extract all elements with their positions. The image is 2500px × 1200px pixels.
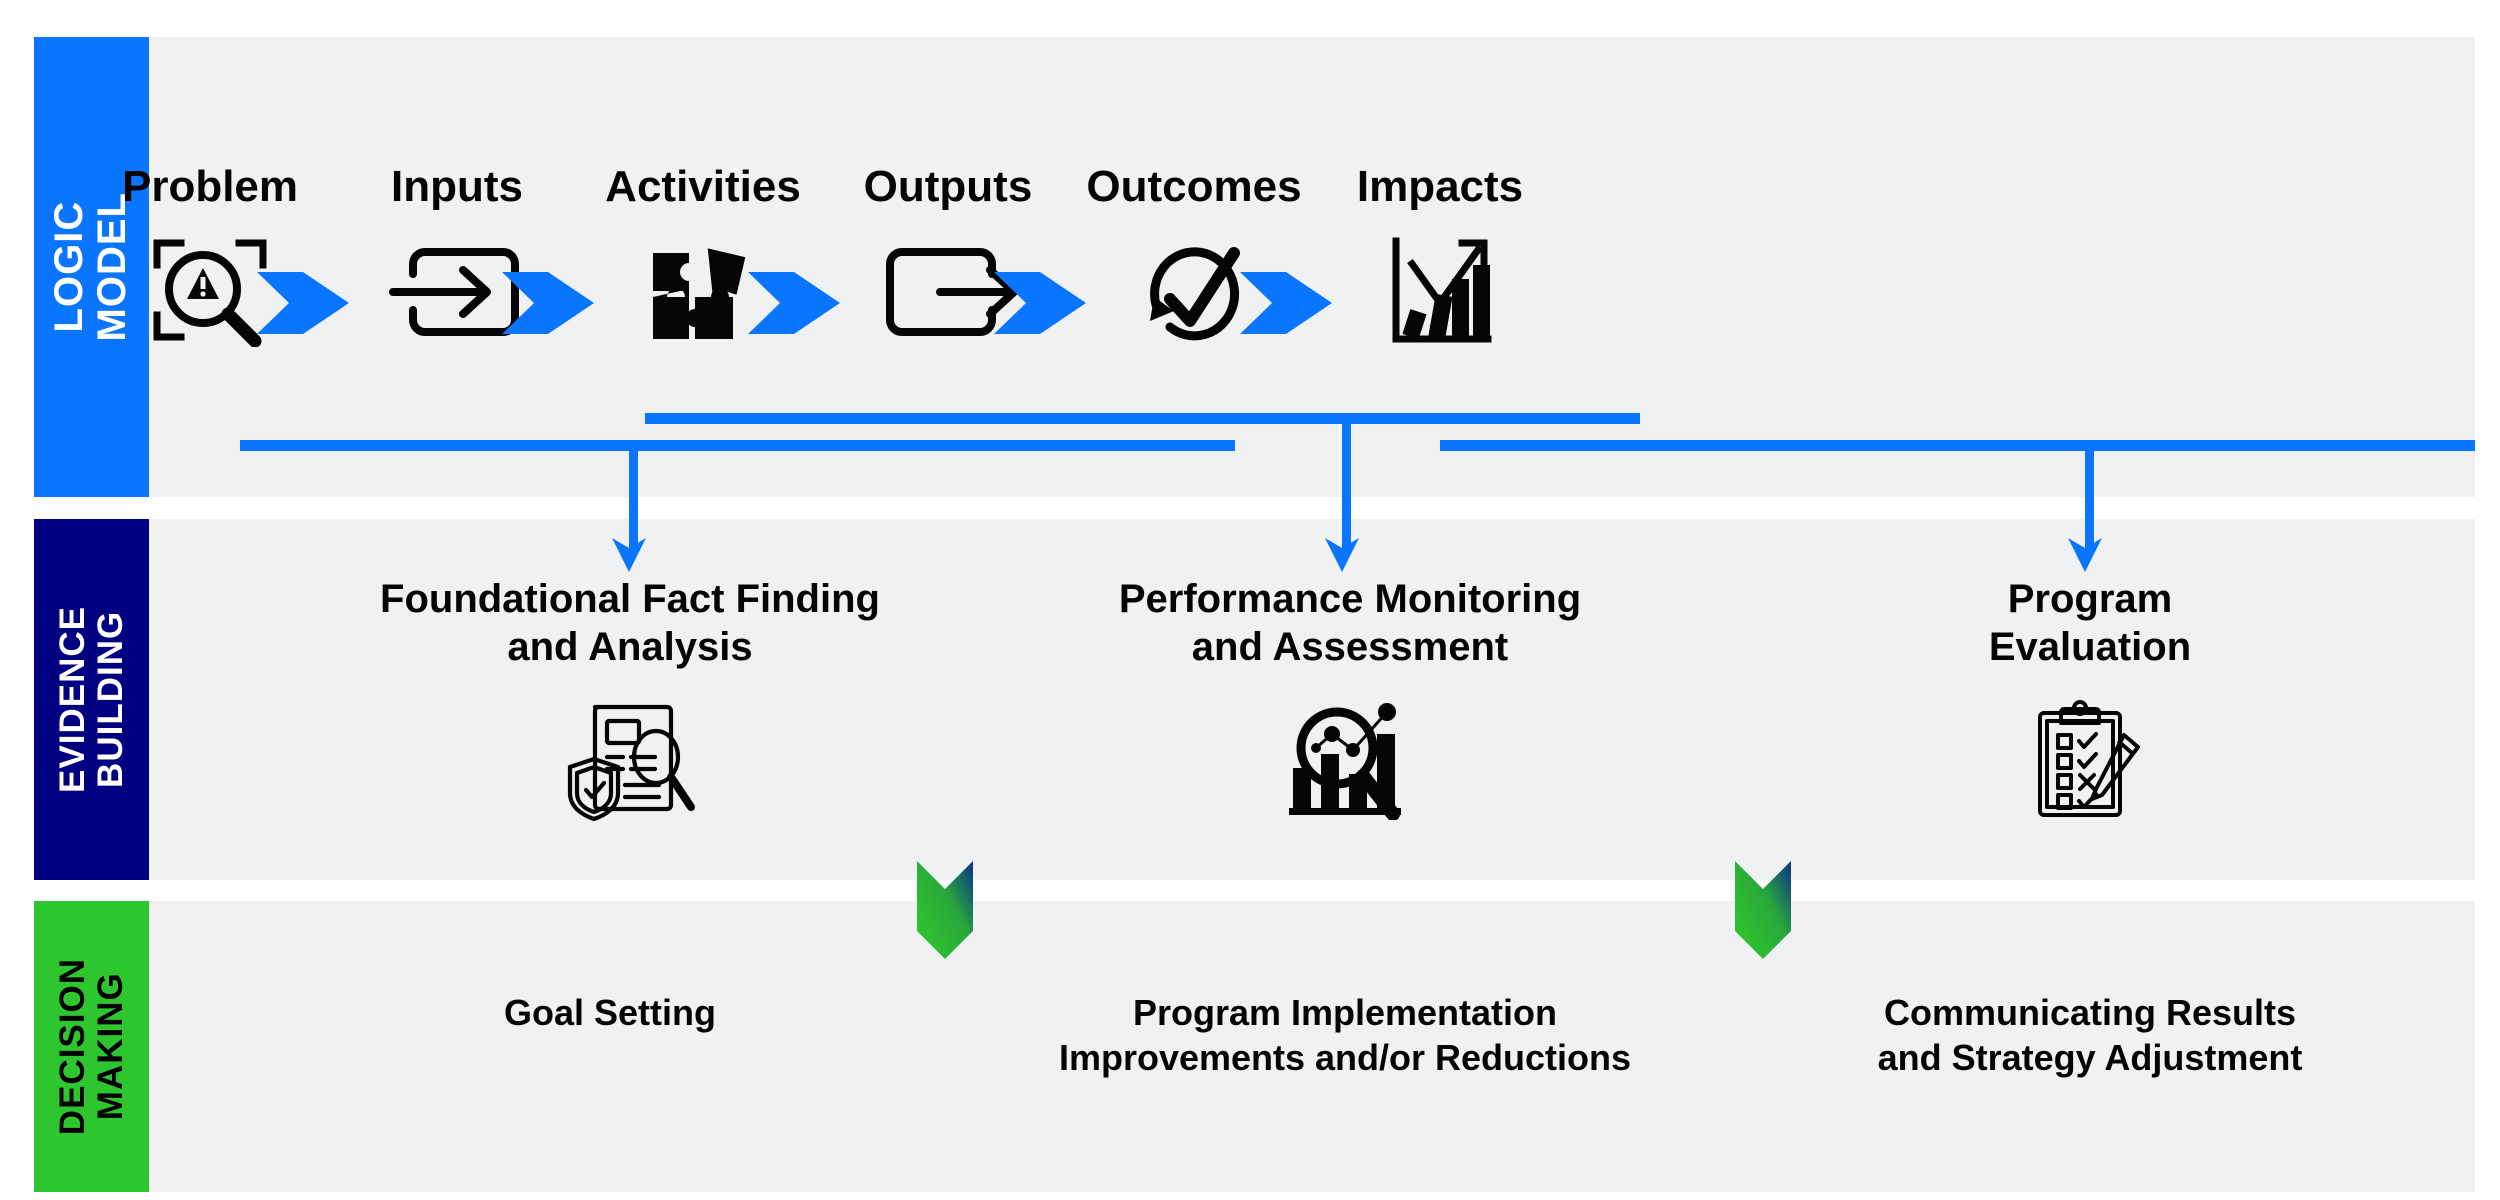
stage-impacts-label: Impacts: [1356, 162, 1524, 211]
evidence-building-tab-label: EVIDENCE BUILDING: [52, 606, 130, 793]
evidence-building-tab: EVIDENCE BUILDING: [34, 519, 149, 880]
evidence-item-evaluation: Program Evaluation: [1770, 575, 2410, 819]
chevron-right-icon-5: [1240, 272, 1332, 334]
stage-outputs-label: Outputs: [863, 162, 1033, 211]
decision-item-program-implementation: Program Implementation Improvements and/…: [965, 990, 1725, 1080]
clipboard-checklist-pencil-icon: [2034, 699, 2146, 819]
bracket-arrowhead-performance: [1325, 534, 1359, 572]
evidence-item-performance-label: Performance Monitoring and Assessment: [1118, 577, 1582, 669]
bracket-bar-evaluation: [1440, 440, 2475, 451]
decision-item-communicating-results: Communicating Results and Strategy Adjus…: [1710, 990, 2470, 1080]
decision-making-tab-label: DECISION MAKING: [52, 957, 130, 1136]
bracket-arrowhead-foundational: [612, 534, 646, 572]
diagram-canvas: LOGIC MODEL EVIDENCE BUILDING DECISION M…: [0, 0, 2500, 1200]
chevron-right-icon-1: [257, 272, 349, 334]
stage-outcomes-label: Outcomes: [1086, 162, 1302, 211]
decision-item-program-implementation-label: Program Implementation Improvements and/…: [1058, 992, 1632, 1078]
circular-arrow-check-icon: [1140, 237, 1248, 347]
chevron-right-icon-3: [748, 272, 840, 334]
growth-bar-chart-icon: [1388, 237, 1492, 347]
bracket-arrowhead-evaluation: [2068, 534, 2102, 572]
bracket-stem-performance: [1342, 413, 1351, 553]
bar-chart-magnifier-icon: [1287, 699, 1413, 820]
evidence-item-foundational: Foundational Fact Finding and Analysis: [310, 575, 950, 821]
chevron-down-ribbon-icon-1: [917, 861, 973, 959]
decision-making-tab: DECISION MAKING: [34, 901, 149, 1192]
chevron-right-icon-2: [502, 272, 594, 334]
decision-item-goal-setting: Goal Setting: [230, 990, 990, 1035]
decision-item-communicating-results-label: Communicating Results and Strategy Adjus…: [1877, 992, 2303, 1078]
bracket-bar-performance: [645, 413, 1640, 424]
stage-problem-label: Problem: [121, 162, 299, 211]
decision-item-goal-setting-label: Goal Setting: [503, 992, 716, 1033]
evidence-item-evaluation-label: Program Evaluation: [1988, 577, 2192, 669]
evidence-item-foundational-label: Foundational Fact Finding and Analysis: [380, 577, 880, 669]
stage-activities-label: Activities: [605, 162, 801, 211]
puzzle-pieces-icon: [647, 237, 759, 347]
stage-inputs-label: Inputs: [391, 162, 523, 211]
magnifier-warning-icon: [151, 237, 269, 347]
document-shield-magnifier-icon: [563, 699, 697, 821]
bracket-bar-foundational: [240, 440, 1235, 451]
evidence-item-performance: Performance Monitoring and Assessment: [1030, 575, 1670, 820]
chevron-right-icon-4: [994, 272, 1086, 334]
chevron-down-ribbon-icon-2: [1735, 861, 1791, 959]
stage-impacts: Impacts: [1320, 165, 1560, 415]
